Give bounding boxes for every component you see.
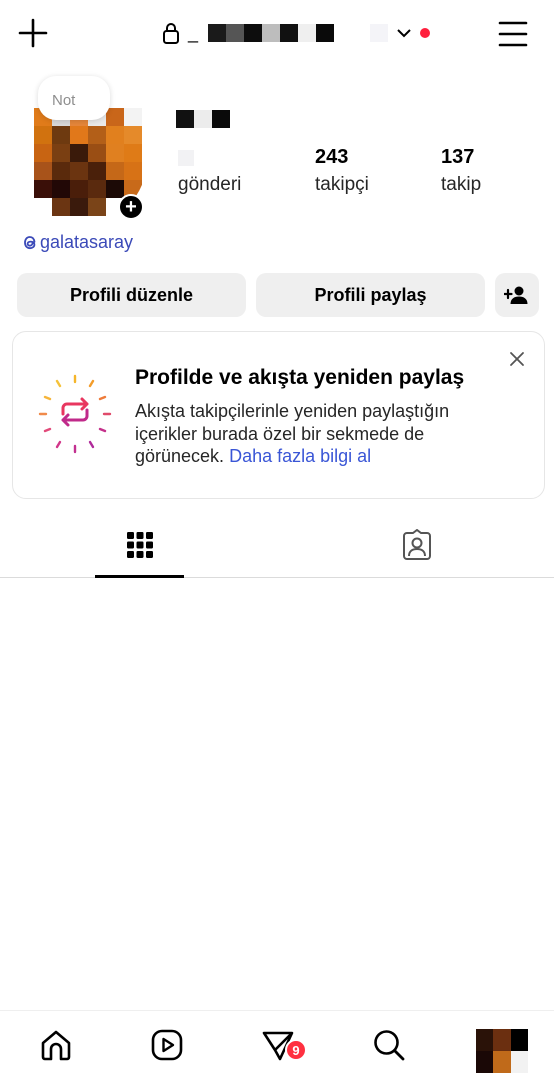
nav-search[interactable] — [371, 1027, 407, 1063]
followers-stat[interactable]: 243 takipçi — [315, 146, 369, 196]
username-censored — [208, 24, 389, 42]
following-label: takip — [441, 174, 482, 195]
add-person-icon — [504, 286, 528, 304]
tagged-icon — [402, 529, 431, 560]
threads-link[interactable]: galatasaray — [22, 232, 133, 253]
repost-info-card: Profilde ve akışta yeniden paylaş Akışta… — [12, 331, 545, 499]
note-text: Not — [52, 92, 76, 109]
learn-more-link[interactable]: Daha fazla bilgi al — [229, 446, 371, 466]
username-prefix: _ — [188, 22, 199, 43]
edit-profile-button[interactable]: Profili düzenle — [17, 273, 246, 317]
repost-card-title: Profilde ve akışta yeniden paylaş — [135, 366, 465, 389]
notification-dot — [420, 28, 431, 38]
close-icon[interactable] — [508, 350, 526, 368]
threads-icon — [24, 236, 36, 250]
profile-avatar-area: Not + — [34, 76, 146, 226]
nav-reels[interactable] — [149, 1027, 185, 1063]
top-bar: _ — [0, 0, 554, 66]
repost-card-body: Akışta takipçilerinle yeniden paylaştığı… — [135, 400, 515, 468]
lock-icon — [163, 23, 179, 44]
nav-profile-avatar[interactable] — [476, 1029, 528, 1073]
chevron-down-icon — [397, 29, 411, 38]
add-story-icon[interactable]: + — [118, 194, 144, 220]
home-icon — [41, 1030, 71, 1061]
discover-people-button[interactable] — [495, 273, 539, 317]
plus-icon[interactable] — [18, 18, 48, 48]
bottom-nav: 9 — [0, 1010, 554, 1080]
posts-stat[interactable]: gönderi — [178, 146, 241, 196]
reels-icon — [151, 1029, 183, 1061]
tab-selected-indicator — [95, 575, 184, 578]
profile-tabs — [0, 512, 554, 578]
following-count: 137 — [441, 146, 475, 168]
following-stat[interactable]: 137 takip — [441, 146, 481, 196]
username-switcher[interactable]: _ — [162, 18, 431, 48]
hamburger-menu-icon[interactable] — [498, 20, 528, 48]
posts-count-censored — [178, 146, 241, 170]
share-profile-button[interactable]: Profili paylaş — [256, 273, 485, 317]
tab-tagged[interactable] — [372, 512, 461, 578]
followers-count: 243 — [315, 146, 349, 168]
nav-home[interactable] — [38, 1027, 74, 1063]
repost-icon — [38, 374, 112, 454]
messages-badge: 9 — [285, 1039, 307, 1061]
posts-label: gönderi — [178, 174, 242, 195]
grid-icon — [126, 532, 153, 558]
followers-label: takipçi — [315, 174, 369, 195]
threads-handle: galatasaray — [40, 232, 134, 252]
search-icon — [374, 1030, 405, 1061]
display-name-censored — [176, 110, 230, 128]
tab-posts-grid[interactable] — [95, 512, 184, 578]
profile-note-bubble[interactable]: Not — [38, 76, 110, 120]
